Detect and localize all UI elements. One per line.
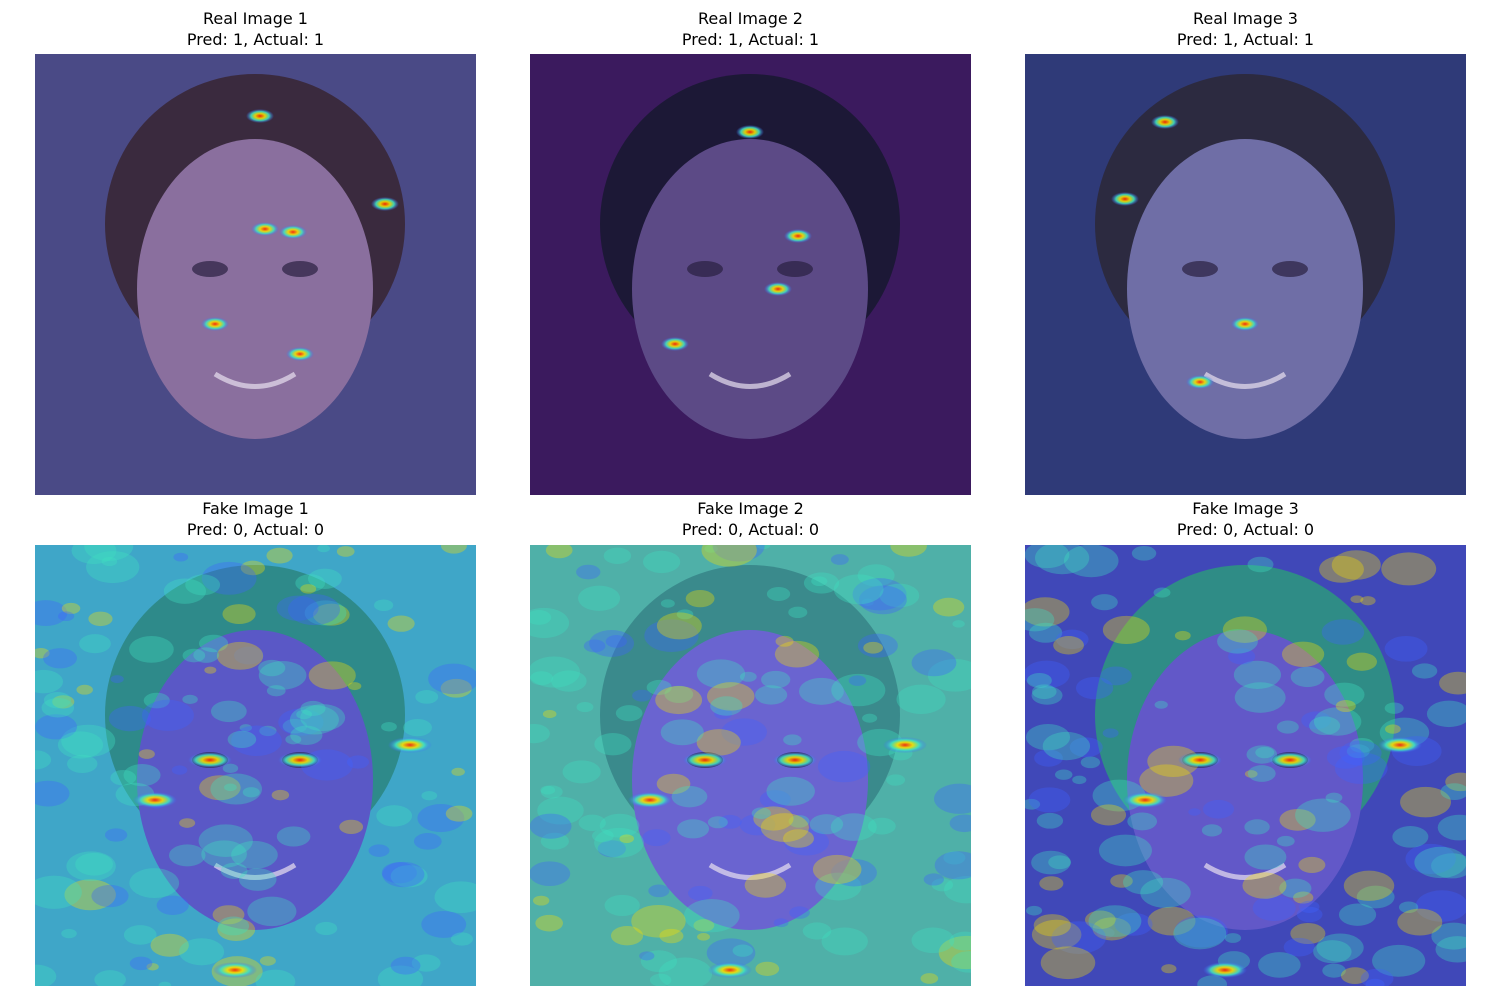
heatmap-overlay-image [530, 54, 971, 495]
panel-subtitle: Pred: 0, Actual: 0 [681, 520, 820, 539]
panel-subtitle: Pred: 0, Actual: 0 [1176, 520, 1315, 539]
panel-fake-2: Fake Image 2 Pred: 0, Actual: 0 [530, 498, 971, 986]
heatmap-overlay-image [35, 545, 476, 986]
panel-subtitle: Pred: 1, Actual: 1 [681, 30, 820, 49]
panel-fake-1: Fake Image 1 Pred: 0, Actual: 0 [35, 498, 476, 986]
panel-title: Fake Image 2 [697, 499, 804, 518]
panel-title: Real Image 3 [1193, 9, 1298, 28]
panel-fake-3: Fake Image 3 Pred: 0, Actual: 0 [1025, 498, 1466, 986]
panel-subtitle: Pred: 1, Actual: 1 [186, 30, 325, 49]
panel-title: Real Image 1 [203, 9, 308, 28]
figure: Real Image 1 Pred: 1, Actual: 1 Real Ima… [0, 0, 1500, 1000]
panel-title: Fake Image 1 [202, 499, 309, 518]
panel-subtitle: Pred: 1, Actual: 1 [1176, 30, 1315, 49]
heatmap-overlay-image [1025, 54, 1466, 495]
heatmap-overlay-image [530, 545, 971, 986]
panel-real-3: Real Image 3 Pred: 1, Actual: 1 [1025, 8, 1466, 495]
heatmap-overlay-image [35, 54, 476, 495]
panel-real-2: Real Image 2 Pred: 1, Actual: 1 [530, 8, 971, 495]
panel-real-1: Real Image 1 Pred: 1, Actual: 1 [35, 8, 476, 495]
panel-title: Fake Image 3 [1192, 499, 1299, 518]
panel-title: Real Image 2 [698, 9, 803, 28]
heatmap-overlay-image [1025, 545, 1466, 986]
panel-subtitle: Pred: 0, Actual: 0 [186, 520, 325, 539]
